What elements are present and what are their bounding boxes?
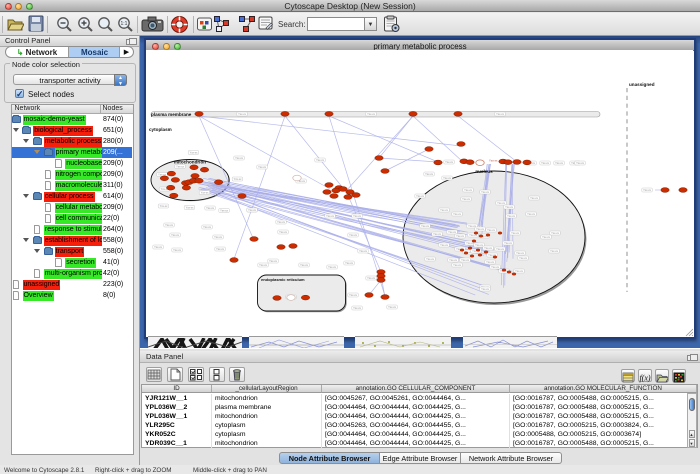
svg-text:Yxx-xx: Yxx-xx — [248, 208, 256, 212]
svg-text:Yxx-xx: Yxx-xx — [238, 112, 246, 116]
svg-text:Yxx-xx: Yxx-xx — [203, 225, 211, 229]
svg-text:endoplasmic reticulum: endoplasmic reticulum — [261, 277, 305, 282]
svg-text:Yxx-xx: Yxx-xx — [234, 177, 242, 181]
svg-text:Yxx-xx: Yxx-xx — [497, 201, 505, 205]
svg-text:Yxx-xx: Yxx-xx — [216, 247, 224, 251]
svg-text:Yxx-xx: Yxx-xx — [171, 233, 179, 237]
svg-text:Yxx-xx: Yxx-xx — [201, 191, 209, 195]
svg-text:Yxx-xx: Yxx-xx — [496, 247, 504, 251]
svg-text:Yxx-xx: Yxx-xx — [154, 245, 162, 249]
svg-text:Yxx-xx: Yxx-xx — [388, 305, 396, 309]
svg-text:Yxx-xx: Yxx-xx — [353, 214, 361, 218]
svg-text:Yxx-xx: Yxx-xx — [300, 263, 308, 267]
svg-text:Yxx-xx: Yxx-xx — [345, 261, 353, 265]
svg-text:Yxx-xx: Yxx-xx — [489, 159, 498, 163]
svg-text:Yxx-xx: Yxx-xx — [160, 204, 168, 208]
svg-text:Yxx-xx: Yxx-xx — [426, 257, 434, 261]
svg-text:Yxx-xx: Yxx-xx — [530, 196, 538, 200]
svg-text:Yxx-xx: Yxx-xx — [453, 212, 461, 216]
svg-text:Yxx-xx: Yxx-xx — [186, 206, 194, 210]
svg-text:Yxx-xx: Yxx-xx — [165, 223, 173, 227]
svg-text:Yxx-xx: Yxx-xx — [453, 263, 461, 267]
svg-text:cytoplasm: cytoplasm — [149, 127, 172, 132]
svg-text:Yxx-xx: Yxx-xx — [214, 235, 222, 239]
svg-text:Yxx-xx: Yxx-xx — [496, 112, 504, 116]
svg-text:Yxx-xx: Yxx-xx — [511, 231, 519, 235]
svg-text:Yxx-xx: Yxx-xx — [421, 224, 429, 228]
svg-text:Yxx-xx: Yxx-xx — [519, 256, 527, 260]
svg-text:Yxx-xx: Yxx-xx — [367, 112, 375, 116]
svg-text:Yxx-xx: Yxx-xx — [541, 161, 549, 165]
svg-text:mitochondrion: mitochondrion — [174, 160, 206, 165]
svg-text:nucleus: nucleus — [475, 169, 493, 174]
svg-text:Yxx-xx: Yxx-xx — [326, 214, 334, 218]
svg-text:plasma membrane: plasma membrane — [151, 112, 192, 117]
svg-text:Yxx-xx: Yxx-xx — [235, 156, 243, 160]
svg-text:Yxx-xx: Yxx-xx — [416, 194, 424, 198]
svg-text:Yxx-xx: Yxx-xx — [440, 243, 448, 247]
svg-text:Yxx-xx: Yxx-xx — [433, 232, 441, 236]
svg-text:Yxx-xx: Yxx-xx — [349, 233, 357, 237]
svg-text:Yxx-xx: Yxx-xx — [643, 188, 651, 192]
svg-text:Yxx-xx: Yxx-xx — [269, 259, 277, 263]
svg-text:Yxx-xx: Yxx-xx — [277, 220, 285, 224]
svg-text:Yxx-xx: Yxx-xx — [259, 263, 267, 267]
svg-text:Yxx-xx: Yxx-xx — [220, 209, 228, 213]
svg-text:Yxx-xx: Yxx-xx — [353, 306, 361, 310]
svg-text:Yxx-xx: Yxx-xx — [491, 265, 499, 269]
svg-text:Yxx-xx: Yxx-xx — [440, 208, 448, 212]
svg-text:Yxx-xx: Yxx-xx — [448, 230, 456, 234]
svg-text:Yxx-xx: Yxx-xx — [456, 234, 464, 238]
svg-text:Yxx-xx: Yxx-xx — [486, 260, 494, 264]
svg-text:Yxx-xx: Yxx-xx — [504, 241, 512, 245]
svg-text:Yxx-xx: Yxx-xx — [367, 276, 375, 280]
svg-text:Yxx-xx: Yxx-xx — [507, 214, 515, 218]
svg-text:f(x): f(x) — [639, 374, 650, 383]
svg-text:Yxx-xx: Yxx-xx — [516, 251, 524, 255]
svg-text:Yxx-xx: Yxx-xx — [258, 165, 266, 169]
svg-text:Yxx-xx: Yxx-xx — [505, 205, 513, 209]
svg-text:Yxx-xx: Yxx-xx — [527, 212, 535, 216]
svg-text:Yxx-xx: Yxx-xx — [176, 165, 184, 169]
svg-text:Yxx-xx: Yxx-xx — [542, 235, 550, 239]
svg-text:Yxx-xx: Yxx-xx — [461, 258, 469, 262]
svg-text:Yxx-xx: Yxx-xx — [484, 246, 492, 250]
svg-text:Yxx-xx: Yxx-xx — [349, 293, 357, 297]
svg-text:Yxx-xx: Yxx-xx — [279, 230, 287, 234]
svg-text:Yxx-xx: Yxx-xx — [550, 249, 558, 253]
svg-text:Yxx-xx: Yxx-xx — [445, 160, 453, 164]
svg-text:Yxx-xx: Yxx-xx — [443, 176, 451, 180]
svg-text:Yxx-xx: Yxx-xx — [449, 258, 457, 262]
svg-text:Yxx-xx: Yxx-xx — [173, 248, 181, 252]
svg-text:Yxx-xx: Yxx-xx — [316, 158, 324, 162]
svg-text:Yxx-xx: Yxx-xx — [464, 188, 472, 192]
svg-text:1:1: 1:1 — [121, 21, 128, 27]
svg-text:Yxx-xx: Yxx-xx — [555, 161, 563, 165]
svg-text:Yxx-xx: Yxx-xx — [481, 190, 489, 194]
svg-text:Yxx-xx: Yxx-xx — [481, 287, 489, 291]
svg-text:Yxx-xx: Yxx-xx — [462, 197, 470, 201]
svg-text:Yxx-xx: Yxx-xx — [515, 269, 523, 273]
svg-text:Yxx-xx: Yxx-xx — [487, 228, 495, 232]
svg-text:Yxx-xx: Yxx-xx — [206, 206, 214, 210]
svg-text:unassigned: unassigned — [629, 82, 655, 87]
svg-text:Yxx-xx: Yxx-xx — [476, 227, 484, 231]
svg-text:Yxx-xx: Yxx-xx — [425, 172, 433, 176]
svg-text:Yxx-xx: Yxx-xx — [576, 161, 584, 165]
svg-text:Yxx-xx: Yxx-xx — [359, 249, 367, 253]
svg-text:Yxx-xx: Yxx-xx — [551, 231, 559, 235]
svg-text:Yxx-xx: Yxx-xx — [190, 151, 198, 155]
svg-text:Yxx-xx: Yxx-xx — [475, 243, 483, 247]
svg-text:Yxx-xx: Yxx-xx — [328, 265, 336, 269]
